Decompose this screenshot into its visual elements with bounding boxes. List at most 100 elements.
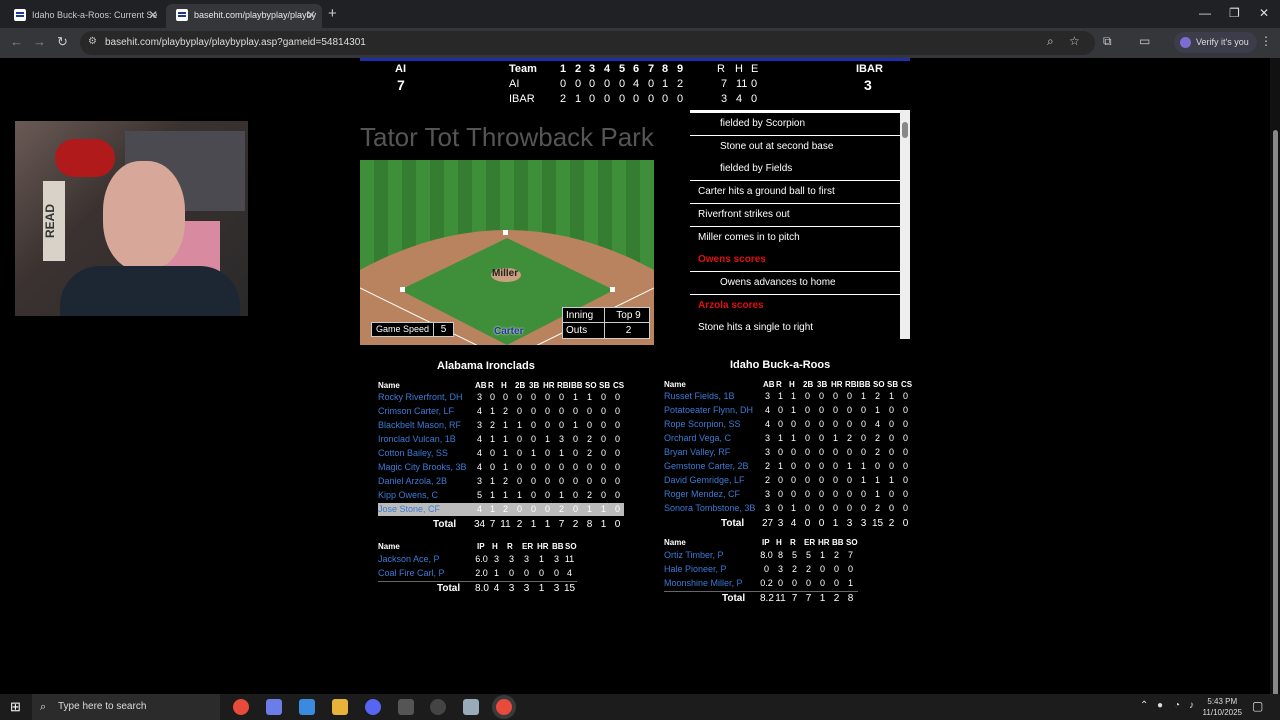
scrollbar-thumb[interactable] xyxy=(902,122,908,138)
player-link[interactable]: Jackson Ace, P xyxy=(378,554,440,564)
chrome-icon[interactable] xyxy=(233,699,249,715)
total-cell: 0 xyxy=(804,518,811,529)
stat-cell: 0 xyxy=(558,420,564,430)
zoom-icon[interactable]: ⌕ xyxy=(1047,34,1054,49)
stat-cell: 0 xyxy=(888,419,894,429)
close-tab-icon[interactable]: ✕ xyxy=(306,4,316,26)
system-clock[interactable]: 5:43 PM 11/10/2025 xyxy=(1203,696,1242,718)
game-speed-box[interactable]: Game Speed 5 xyxy=(371,322,455,337)
stat-cell: 0 xyxy=(888,447,894,457)
game-speed-value[interactable]: 5 xyxy=(433,323,453,336)
play-by-play-item: Owens advances to home xyxy=(690,271,900,294)
menu-icon[interactable]: ⋮ xyxy=(1260,34,1272,48)
app-icon[interactable] xyxy=(398,699,414,715)
stat-cell: 0 xyxy=(516,434,522,444)
chrome-active-icon[interactable] xyxy=(496,699,512,715)
player-link[interactable]: Cotton Bailey, SS xyxy=(378,448,448,458)
close-tab-icon[interactable]: ✕ xyxy=(148,4,158,26)
close-window-icon[interactable]: ✕ xyxy=(1259,6,1269,20)
total-cell: 8.2 xyxy=(760,593,774,604)
store-icon[interactable] xyxy=(299,699,315,715)
browser-chrome: Idaho Buck-a-Roos: Current Se ✕ basehit.… xyxy=(0,0,1280,58)
cast-icon[interactable]: ▭ xyxy=(1139,34,1150,48)
column-header: Name xyxy=(664,380,686,389)
stat-cell: 1 xyxy=(558,448,564,458)
copilot-icon[interactable] xyxy=(266,699,282,715)
player-link[interactable]: Blackbelt Mason, RF xyxy=(378,420,461,430)
player-link[interactable]: Crimson Carter, LF xyxy=(378,406,454,416)
stat-cell: 0 xyxy=(846,419,852,429)
total-label: Total xyxy=(722,593,746,604)
back-icon[interactable]: ← xyxy=(10,34,23,49)
player-link[interactable]: Ortiz Timber, P xyxy=(664,550,724,560)
player-link[interactable]: Moonshine Miller, P xyxy=(664,578,743,588)
player-link[interactable]: Orchard Vega, C xyxy=(664,433,731,443)
file-explorer-icon[interactable] xyxy=(332,699,348,715)
player-link[interactable]: Bryan Valley, RF xyxy=(664,447,730,457)
player-link[interactable]: Sonora Tombstone, 3B xyxy=(664,503,755,513)
restore-icon[interactable]: ❐ xyxy=(1229,6,1240,20)
stat-cell: 0 xyxy=(832,503,838,513)
total-cell: 8 xyxy=(586,519,593,530)
play-by-play-list[interactable]: fielded by Scorpion Stone out at second b… xyxy=(690,110,910,339)
player-link[interactable]: Rocky Riverfront, DH xyxy=(378,392,463,402)
microphone-icon[interactable]: ● xyxy=(1157,700,1163,711)
stat-cell: 0 xyxy=(523,568,529,578)
app-icon[interactable] xyxy=(463,699,479,715)
stat-cell: 1 xyxy=(502,434,508,444)
player-link[interactable]: Hale Pioneer, P xyxy=(664,564,727,574)
reload-icon[interactable]: ↻ xyxy=(57,34,68,50)
total-cell: 3 xyxy=(553,583,560,594)
stat-cell: 2 xyxy=(874,447,880,457)
player-link[interactable]: Roger Mendez, CF xyxy=(664,489,740,499)
stat-cell: 0 xyxy=(586,462,592,472)
stat-cell: 0 xyxy=(516,392,522,402)
player-link[interactable]: Ironclad Vulcan, 1B xyxy=(378,434,456,444)
player-link[interactable]: Russet Fields, 1B xyxy=(664,391,735,401)
total-cell: 2 xyxy=(572,519,579,530)
player-link[interactable]: Jose Stone, CF xyxy=(378,504,440,514)
player-link[interactable]: David Gemridge, LF xyxy=(664,475,745,485)
page-scrollbar[interactable] xyxy=(1270,58,1280,705)
address-bar[interactable]: ⚙ basehit.com/playbyplay/playbyplay.asp?… xyxy=(80,31,1095,55)
linescore-cell: 0 xyxy=(633,93,640,105)
bookmark-star-icon[interactable]: ☆ xyxy=(1069,34,1080,48)
player-link[interactable]: Magic City Brooks, 3B xyxy=(378,462,467,472)
stat-cell: 0 xyxy=(874,461,880,471)
volume-icon[interactable]: ♪ xyxy=(1189,700,1194,711)
play-by-play-scrollbar[interactable] xyxy=(900,110,910,339)
new-tab-button[interactable]: + xyxy=(328,4,337,24)
stat-cell: 0 xyxy=(544,462,550,472)
player-link[interactable]: Rope Scorpion, SS xyxy=(664,419,741,429)
player-link[interactable]: Potatoeater Flynn, DH xyxy=(664,405,753,415)
windows-start-icon[interactable]: ⊞ xyxy=(10,699,21,715)
play-by-play-item: fielded by Scorpion xyxy=(690,113,900,135)
player-link[interactable]: Coal Fire Carl, P xyxy=(378,568,445,578)
total-divider xyxy=(664,591,858,592)
stat-cell: 3 xyxy=(476,476,482,486)
column-header: SO xyxy=(846,538,858,547)
stat-cell: 4 xyxy=(476,504,482,514)
player-link[interactable]: Daniel Arzola, 2B xyxy=(378,476,447,486)
tray-chevron-icon[interactable]: ⌃ xyxy=(1140,700,1148,711)
scrollbar-thumb[interactable] xyxy=(1273,130,1278,705)
player-link[interactable]: Gemstone Carter, 2B xyxy=(664,461,749,471)
site-info-icon[interactable]: ⚙ xyxy=(88,36,97,47)
notifications-icon[interactable]: ▢ xyxy=(1252,699,1263,713)
taskbar-search[interactable]: ⌕ Type here to search xyxy=(32,694,220,720)
player-link[interactable]: Kipp Owens, C xyxy=(378,490,438,500)
total-cell: 1 xyxy=(530,519,537,530)
network-icon[interactable]: ◔ xyxy=(1174,700,1180,711)
discord-icon[interactable] xyxy=(365,699,381,715)
stat-cell: 0 xyxy=(804,475,810,485)
linescore-cell: 0 xyxy=(604,78,611,90)
tab-playbyplay[interactable]: basehit.com/playbyplay/playby ✕ xyxy=(166,4,322,28)
stat-cell: 0 xyxy=(489,392,495,402)
column-header: AB xyxy=(763,380,775,389)
extensions-icon[interactable]: ⧉ xyxy=(1103,34,1112,49)
profile-button[interactable]: Verify it's you xyxy=(1174,32,1257,53)
app-icon[interactable] xyxy=(430,699,446,715)
forward-icon[interactable]: → xyxy=(33,34,46,49)
tab-idaho-buckaroos[interactable]: Idaho Buck-a-Roos: Current Se ✕ xyxy=(4,4,164,28)
minimize-icon[interactable]: — xyxy=(1199,6,1211,20)
